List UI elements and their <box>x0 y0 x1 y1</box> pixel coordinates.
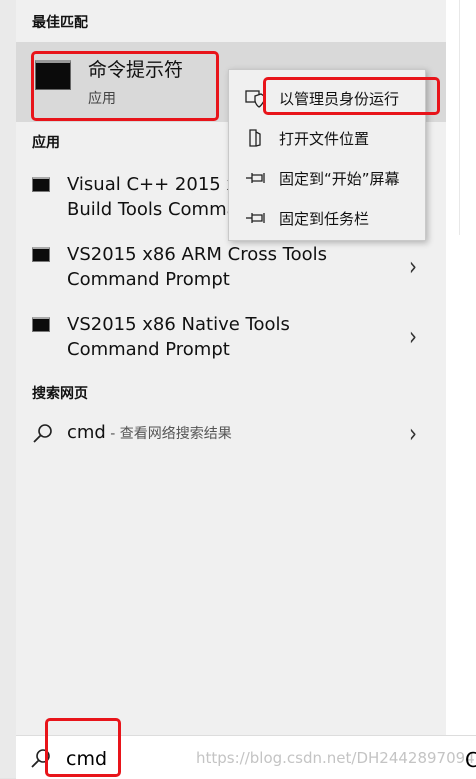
pin-icon <box>246 173 265 183</box>
command-prompt-icon <box>32 247 50 262</box>
search-icon <box>33 424 52 443</box>
section-best-match: 最佳匹配 <box>32 15 88 31</box>
highlight-run-as-admin <box>263 77 440 115</box>
partial-icon: C <box>465 748 476 772</box>
chevron-right-icon[interactable]: › <box>409 417 417 448</box>
folder-icon <box>249 129 261 147</box>
command-prompt-icon <box>32 177 50 192</box>
highlight-search-input <box>45 718 121 777</box>
menu-item-pin-to-taskbar[interactable]: 固定到任务栏 <box>229 198 425 238</box>
menu-item-label: 固定到“开始”屏幕 <box>279 170 400 188</box>
command-prompt-icon <box>32 317 50 332</box>
app-item-line2: Command Prompt <box>67 339 230 360</box>
chevron-right-icon[interactable]: › <box>409 250 417 281</box>
app-item-line1: VS2015 x86 ARM Cross Tools <box>67 244 328 265</box>
pin-icon <box>246 213 265 223</box>
right-divider <box>459 0 460 235</box>
menu-item-label: 固定到任务栏 <box>279 210 370 228</box>
menu-item-pin-to-start[interactable]: 固定到“开始”屏幕 <box>229 158 425 198</box>
shield-icon <box>245 90 265 108</box>
section-web-search: 搜索网页 <box>32 386 88 402</box>
app-item-line2: Command Prompt <box>67 269 230 290</box>
left-edge <box>0 0 16 778</box>
menu-item-label: 打开文件位置 <box>279 130 370 148</box>
web-search-text: cmd - 查看网络搜索结果 <box>67 422 232 443</box>
web-search-query: cmd <box>67 422 106 443</box>
watermark-text: https://blog.csdn.net/DH2442897094 <box>196 749 475 767</box>
web-search-suffix: - 查看网络搜索结果 <box>105 426 232 442</box>
chevron-right-icon[interactable]: › <box>409 320 417 351</box>
right-edge <box>446 0 476 735</box>
app-item-line1: VS2015 x86 Native Tools <box>67 314 290 335</box>
highlight-best-match <box>31 51 219 121</box>
menu-item-open-file-location[interactable]: 打开文件位置 <box>229 118 425 158</box>
section-apps: 应用 <box>32 135 60 151</box>
